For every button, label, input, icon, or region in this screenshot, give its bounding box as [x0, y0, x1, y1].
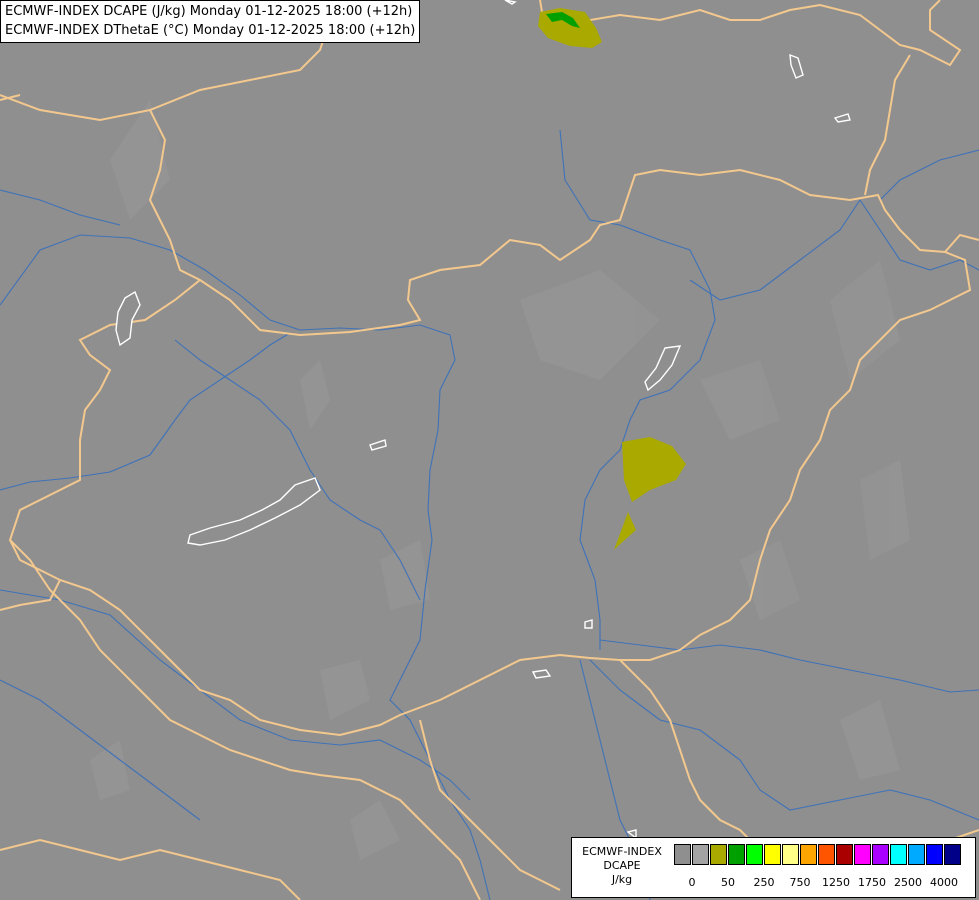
legend-tick-label: 2500: [894, 876, 922, 889]
map-title-box: ECMWF-INDEX DCAPE (J/kg) Monday 01-12-20…: [0, 0, 421, 43]
legend-swatch: [692, 844, 709, 865]
legend-tick-label: 750: [789, 876, 811, 889]
legend-swatch: [800, 844, 817, 865]
legend-swatch: [764, 844, 781, 865]
legend-line-unit: J/kg: [611, 873, 633, 886]
legend-tick-label: 1250: [822, 876, 850, 889]
legend-swatch: [908, 844, 925, 865]
legend-tick-label: 250: [753, 876, 775, 889]
legend-line-model: ECMWF-INDEX: [582, 845, 662, 858]
legend-swatch: [872, 844, 889, 865]
legend-swatch: [674, 844, 691, 865]
legend-tick-label: 1750: [858, 876, 886, 889]
legend-swatch: [818, 844, 835, 865]
legend-tick-label: 0: [688, 876, 696, 889]
legend-swatch: [746, 844, 763, 865]
legend-swatch: [710, 844, 727, 865]
weather-map: [0, 0, 979, 900]
color-legend: ECMWF-INDEX DCAPE J/kg 0 50 250 750 1250 1750…: [571, 837, 976, 898]
title-dcape: ECMWF-INDEX DCAPE (J/kg) Monday 01-12-20…: [5, 4, 413, 19]
legend-swatch: [890, 844, 907, 865]
lake-south-2: [531, 669, 552, 679]
legend-swatch: [836, 844, 853, 865]
lake-south: [584, 619, 593, 629]
legend-tick-label: 4000: [930, 876, 958, 889]
legend-line-variable: DCAPE: [603, 859, 641, 872]
legend-swatch: [944, 844, 961, 865]
legend-swatch: [854, 844, 871, 865]
legend-swatch: [926, 844, 943, 865]
legend-swatch: [782, 844, 799, 865]
legend-tick-label: 50: [721, 876, 735, 889]
title-dthetae: ECMWF-INDEX DThetaE (°C) Monday 01-12-20…: [5, 23, 416, 38]
legend-title: ECMWF-INDEX DCAPE J/kg: [572, 845, 672, 887]
legend-swatch: [728, 844, 745, 865]
